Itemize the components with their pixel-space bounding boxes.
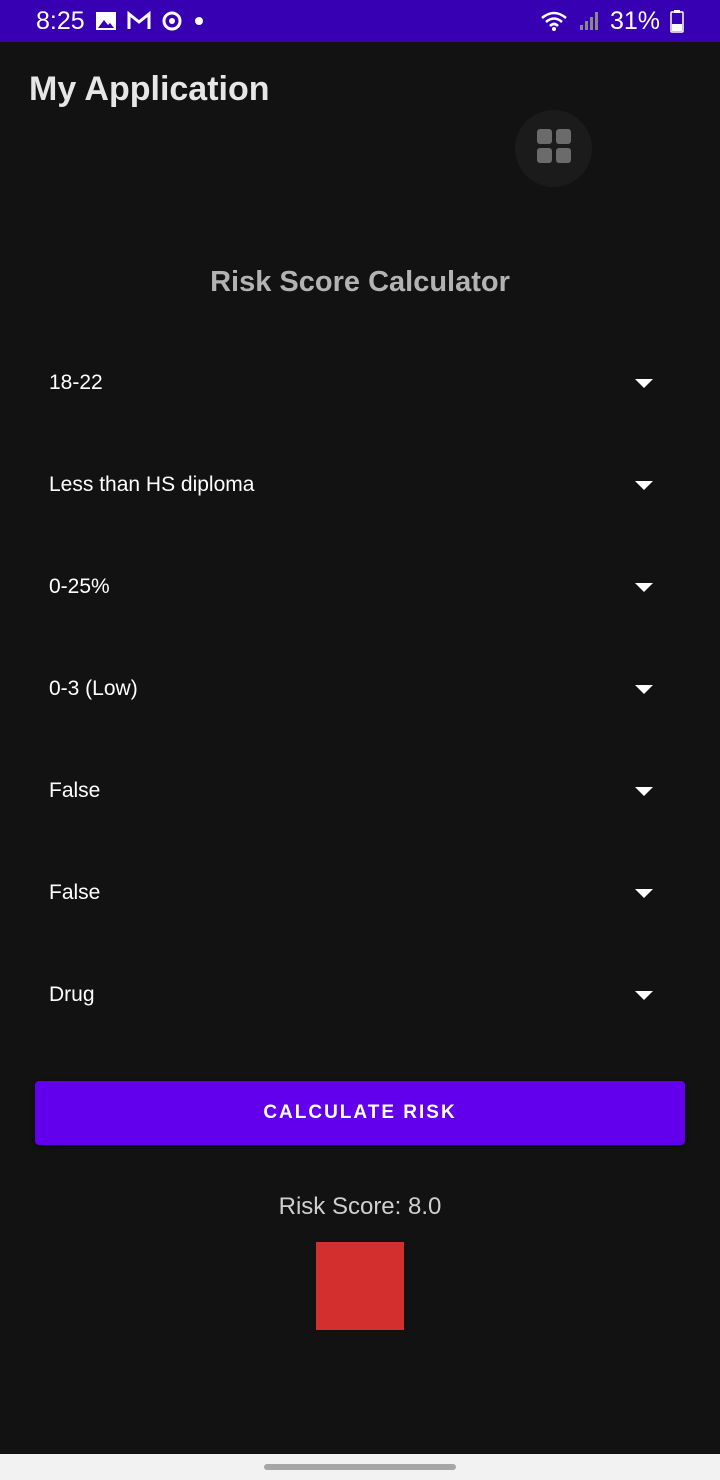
grid-menu-button[interactable] [515,110,592,187]
dropdown-value: 0-3 (Low) [49,677,138,700]
status-left: 8:25 [36,7,205,36]
dropdown-value: 18-22 [49,371,103,394]
dropdown-arrow-icon [635,786,653,796]
status-right: 31% [540,7,684,36]
wifi-icon [540,10,568,32]
sync-icon [161,10,183,32]
education-dropdown[interactable]: Less than HS diploma [35,450,685,520]
dropdown-arrow-icon [635,480,653,490]
flag-dropdown-2[interactable]: False [35,858,685,928]
offense-type-dropdown[interactable]: Drug [35,960,685,1030]
dropdown-arrow-icon [635,888,653,898]
dropdown-arrow-icon [635,378,653,388]
signal-icon [578,10,600,32]
page-heading: Risk Score Calculator [210,266,510,298]
level-dropdown[interactable]: 0-3 (Low) [35,654,685,724]
dropdown-arrow-icon [635,990,653,1000]
battery-icon [670,9,684,33]
calculate-risk-button[interactable]: CALCULATE RISK [35,1081,685,1145]
battery-percent: 31% [609,6,660,35]
app-title: My Application [29,70,270,108]
dropdown-value: 0-25% [49,575,110,598]
grid-icon [536,128,572,169]
age-dropdown[interactable]: 18-22 [35,348,685,418]
risk-score-text: Risk Score: 8.0 [278,1193,442,1220]
dropdown-value: Drug [49,983,95,1006]
navigation-bar [0,1454,720,1480]
gmail-icon [127,11,151,31]
image-icon [95,11,117,31]
dropdown-value: False [49,881,101,904]
risk-indicator [316,1242,404,1330]
status-bar: 8:25 31% [0,0,720,42]
dropdown-arrow-icon [635,582,653,592]
dot-icon [193,15,205,27]
dropdown-value: False [49,779,101,802]
flag-dropdown-1[interactable]: False [35,756,685,826]
home-handle[interactable] [264,1464,456,1470]
status-time: 8:25 [36,6,85,35]
dropdown-value: Less than HS diploma [49,473,255,496]
dropdown-arrow-icon [635,684,653,694]
percentage-dropdown[interactable]: 0-25% [35,552,685,622]
